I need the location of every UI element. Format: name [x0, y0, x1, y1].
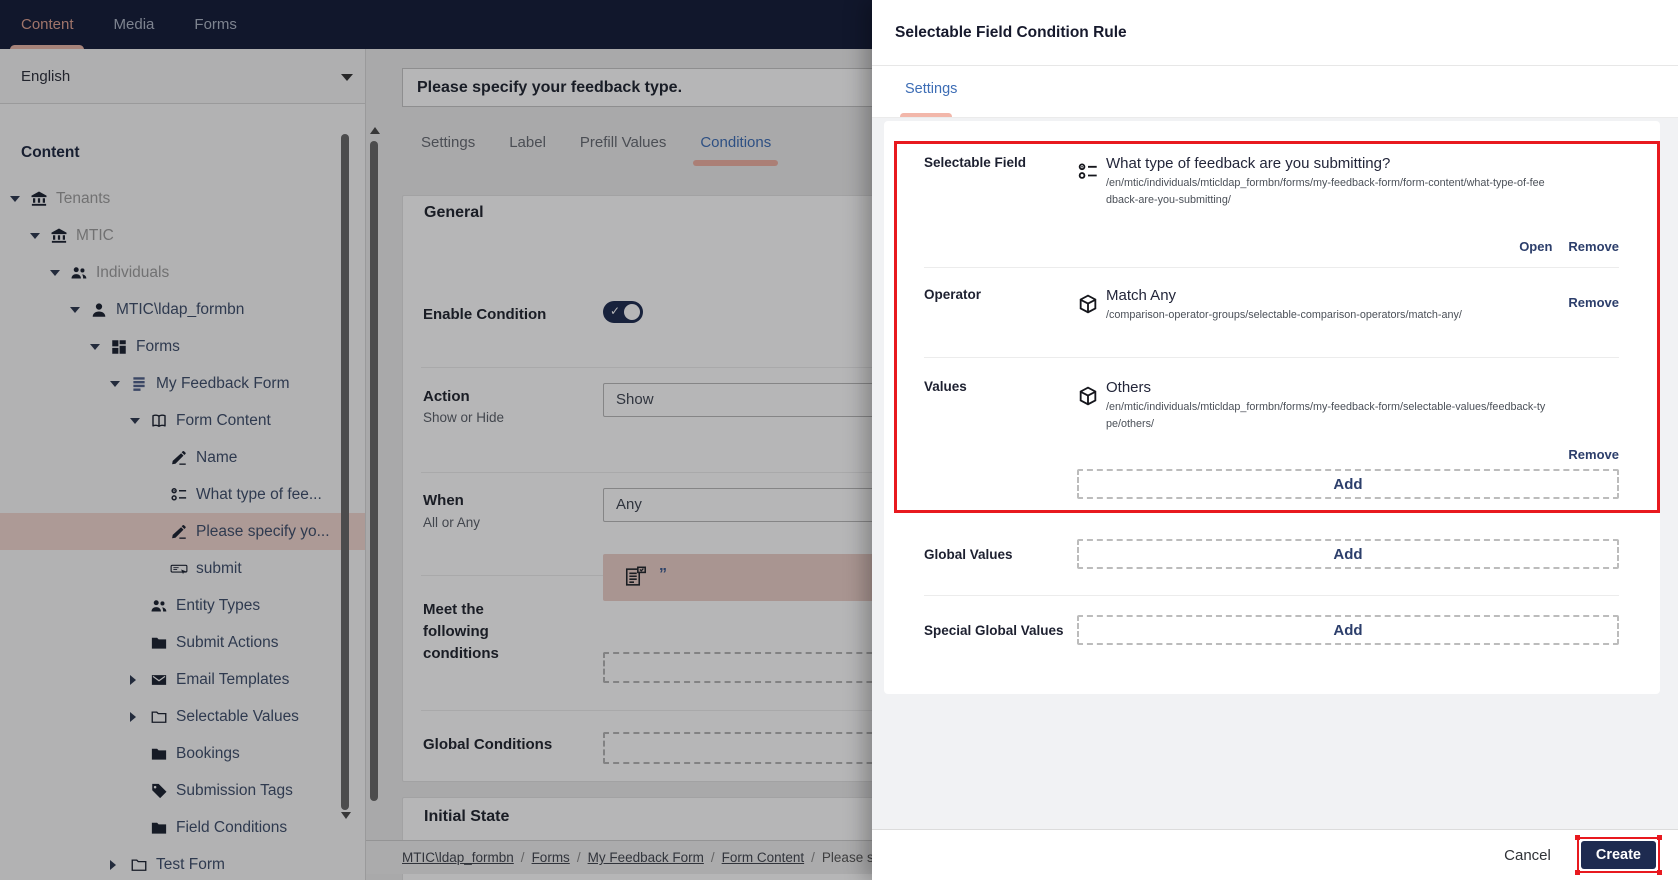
rule-row-text: Others/en/mtic/individuals/mticldap_form…	[1106, 379, 1546, 434]
referenced-item-title: Match Any	[1106, 287, 1177, 304]
referenced-item-path: /en/mtic/individuals/mticldap_formbn/for…	[1106, 401, 1546, 431]
referenced-item-title: What type of feedback are you submitting…	[1106, 155, 1391, 172]
add-special-global-values-button[interactable]: Add	[1077, 615, 1619, 645]
add-value-button[interactable]: Add	[1077, 469, 1619, 499]
radio-list-icon	[1077, 161, 1099, 183]
drawer-title: Selectable Field Condition Rule	[895, 24, 1127, 41]
rule-row-value: What type of feedback are you submitting…	[1077, 155, 1619, 210]
selectable-field-condition-rule-drawer: Selectable Field Condition Rule Settings…	[872, 0, 1678, 880]
rule-row-label: Operator	[924, 287, 982, 302]
cube-icon	[1077, 385, 1099, 407]
divider	[924, 595, 1619, 596]
rule-row-label: Global Values	[924, 547, 1013, 562]
divider	[924, 357, 1619, 358]
rule-row-text: Match Any/comparison-operator-groups/sel…	[1106, 287, 1462, 324]
modal-dim-overlay[interactable]	[0, 0, 872, 880]
add-global-values-button[interactable]: Add	[1077, 539, 1619, 569]
rule-row-label: Selectable Field	[924, 155, 1027, 170]
drawer-form-card: Selectable Field What type of feedback ar…	[884, 121, 1660, 694]
rule-row-value: Others/en/mtic/individuals/mticldap_form…	[1077, 379, 1619, 434]
create-button-highlight: Create	[1574, 835, 1662, 875]
referenced-item-path: /comparison-operator-groups/selectable-c…	[1106, 309, 1462, 321]
rule-row-links: Remove	[1568, 447, 1619, 462]
drawer-footer: Cancel Create	[872, 829, 1678, 880]
open-link[interactable]: Open	[1519, 239, 1552, 254]
remove-link[interactable]: Remove	[1568, 447, 1619, 462]
referenced-item-path: /en/mtic/individuals/mticldap_formbn/for…	[1106, 177, 1545, 207]
cube-icon	[1077, 293, 1099, 315]
rule-row-links: Remove	[1568, 295, 1619, 310]
rule-row-value: Match Any/comparison-operator-groups/sel…	[1077, 287, 1619, 324]
rule-row-links: Open Remove	[1519, 239, 1619, 254]
remove-link[interactable]: Remove	[1568, 295, 1619, 310]
tab-settings[interactable]: Settings	[905, 81, 957, 97]
rule-row-text: What type of feedback are you submitting…	[1106, 155, 1546, 210]
rule-row-label: Values	[924, 379, 967, 394]
drawer-header: Selectable Field Condition Rule	[872, 0, 1678, 66]
drawer-content: Selectable Field What type of feedback ar…	[872, 117, 1678, 829]
create-button[interactable]: Create	[1580, 841, 1656, 869]
referenced-item-title: Others	[1106, 379, 1152, 396]
remove-link[interactable]: Remove	[1568, 239, 1619, 254]
rule-row-label: Special Global Values	[924, 623, 1064, 638]
drawer-tabstrip: Settings	[872, 67, 1678, 120]
cancel-button[interactable]: Cancel	[1504, 847, 1551, 864]
divider	[924, 267, 1619, 268]
